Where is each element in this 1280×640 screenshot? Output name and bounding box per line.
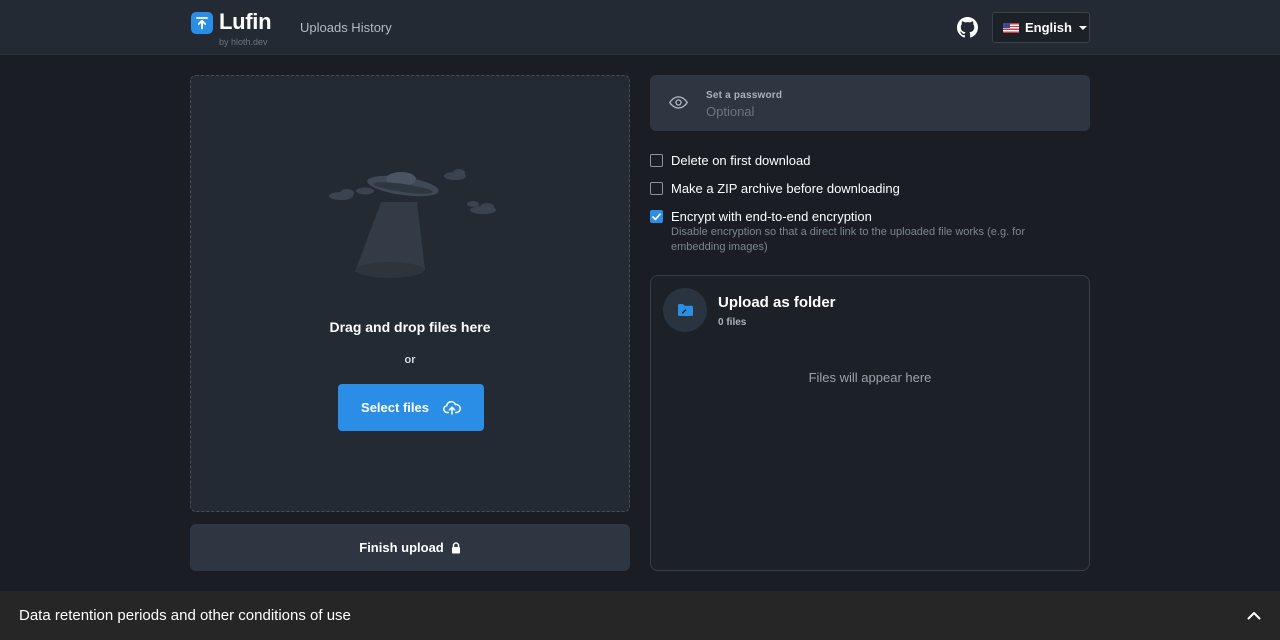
option-label: Encrypt with end-to-end encryption [671, 209, 872, 224]
finish-upload-label: Finish upload [359, 540, 444, 555]
password-field-container: Set a password [650, 75, 1090, 131]
chevron-down-icon [1078, 25, 1087, 30]
language-label: English [1025, 20, 1072, 35]
drag-drop-text: Drag and drop files here [329, 319, 491, 335]
empty-state-text: Files will appear here [808, 370, 932, 385]
footer-text: Data retention periods and other conditi… [19, 607, 351, 624]
logo[interactable]: Lufin by hloth.dev [191, 9, 272, 47]
file-dropzone[interactable]: Drag and drop files here or Select files [190, 75, 630, 512]
folder-avatar[interactable] [663, 288, 707, 332]
option-label: Delete on first download [671, 153, 811, 168]
folder-title: Upload as folder [718, 294, 836, 311]
nav-uploads-history[interactable]: Uploads History [300, 19, 392, 37]
lock-icon [451, 541, 460, 553]
select-files-label: Select files [361, 400, 429, 415]
password-label: Set a password [706, 90, 783, 101]
chevron-up-icon[interactable] [1247, 611, 1261, 620]
app-byline: by hloth.dev [219, 37, 268, 47]
us-flag-icon [1003, 22, 1019, 33]
finish-upload-button[interactable]: Finish upload [190, 524, 630, 571]
encryption-checkbox[interactable] [650, 210, 663, 223]
cloud-upload-icon [443, 400, 461, 415]
eye-icon[interactable] [669, 94, 688, 111]
password-input[interactable] [706, 102, 1066, 120]
upload-logo-icon [191, 12, 213, 34]
option-delete-first-download[interactable]: Delete on first download [650, 152, 810, 169]
app-name: Lufin [219, 9, 272, 34]
or-separator: or [404, 354, 416, 366]
folder-icon [677, 304, 693, 316]
option-encryption[interactable]: Encrypt with end-to-end encryption [650, 208, 872, 225]
upload-folder-panel: Upload as folder 0 files Files will appe… [650, 275, 1090, 571]
file-count: 0 files [718, 317, 747, 328]
select-files-button[interactable]: Select files [338, 384, 484, 431]
github-icon[interactable] [957, 17, 978, 38]
checkmark-icon [652, 212, 661, 220]
top-header: Lufin by hloth.dev Uploads History Engli… [0, 0, 1280, 55]
language-select[interactable]: English [992, 12, 1090, 43]
ufo-illustration-icon [329, 169, 496, 278]
encryption-hint: Disable encryption so that a direct link… [671, 226, 1026, 253]
conditions-footer[interactable]: Data retention periods and other conditi… [0, 591, 1280, 640]
delete-first-download-checkbox[interactable] [650, 154, 663, 167]
option-zip-archive[interactable]: Make a ZIP archive before downloading [650, 180, 900, 197]
option-label: Make a ZIP archive before downloading [671, 181, 900, 196]
zip-archive-checkbox[interactable] [650, 182, 663, 195]
